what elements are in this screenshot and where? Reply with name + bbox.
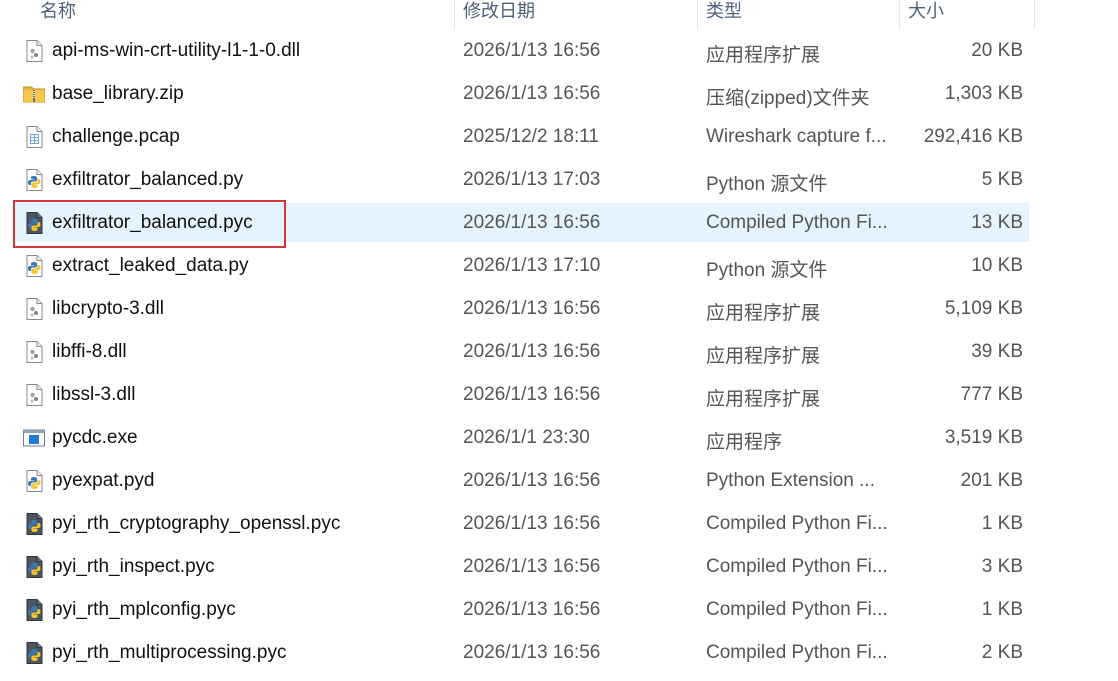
column-header-size-label: 大小 xyxy=(908,1,944,21)
file-type: Python 源文件 xyxy=(706,260,828,281)
file-modified-date: 2026/1/13 16:56 xyxy=(463,83,601,104)
file-size: 3,519 KB xyxy=(944,427,1023,448)
column-header-row: 名称 修改日期 类型 大小 xyxy=(0,0,1035,30)
file-type: Python 源文件 xyxy=(706,174,828,195)
file-size: 777 KB xyxy=(960,384,1023,405)
file-name: api-ms-win-crt-utility-l1-1-0.dll xyxy=(52,40,301,61)
file-type: Compiled Python Fi... xyxy=(706,212,888,233)
file-row[interactable]: libssl-3.dll 2026/1/13 16:56 应用程序扩展 777 KB xyxy=(0,375,1118,418)
file-size: 2 KB xyxy=(981,642,1023,663)
file-name: exfiltrator_balanced.py xyxy=(52,169,244,190)
python-file-icon xyxy=(22,254,46,278)
file-row[interactable]: pyi_rth_multiprocessing.pyc 2026/1/13 16:… xyxy=(0,633,1118,676)
file-name: pyexpat.pyd xyxy=(52,470,155,491)
file-row[interactable]: pyexpat.pyd 2026/1/13 16:56 Python Extensi… xyxy=(0,461,1118,504)
python-file-icon xyxy=(22,168,46,192)
dll-file-icon xyxy=(22,297,46,321)
exe-file-icon xyxy=(22,426,46,450)
file-row[interactable]: pyi_rth_inspect.pyc 2026/1/13 16:56 Compil… xyxy=(0,547,1118,590)
file-size: 39 KB xyxy=(971,341,1023,362)
pcap-file-icon xyxy=(22,125,46,149)
file-size: 3 KB xyxy=(981,556,1023,577)
selection-highlight-annotation xyxy=(13,200,286,248)
column-header-size[interactable]: 大小 xyxy=(900,0,1035,30)
file-explorer-list: 名称 修改日期 类型 大小 api-ms-win-crt-utility-l1-… xyxy=(0,0,1118,681)
python-file-icon xyxy=(22,469,46,493)
file-name: libssl-3.dll xyxy=(52,384,136,405)
dll-file-icon xyxy=(22,340,46,364)
file-modified-date: 2026/1/13 16:56 xyxy=(463,513,601,534)
file-name: libffi-8.dll xyxy=(52,341,127,362)
python-compiled-icon xyxy=(22,598,46,622)
file-name: pyi_rth_multiprocessing.pyc xyxy=(52,642,287,663)
file-type: 压缩(zipped)文件夹 xyxy=(706,88,870,109)
file-name: pycdc.exe xyxy=(52,427,138,448)
file-modified-date: 2026/1/1 23:30 xyxy=(463,427,590,448)
file-size: 5 KB xyxy=(981,169,1023,190)
file-modified-date: 2026/1/13 16:56 xyxy=(463,40,601,61)
file-row[interactable]: challenge.pcap 2025/12/2 18:11 Wireshark c… xyxy=(0,117,1118,160)
file-row[interactable]: libffi-8.dll 2026/1/13 16:56 应用程序扩展 39 KB xyxy=(0,332,1118,375)
file-row[interactable]: exfiltrator_balanced.py 2026/1/13 17:03 Py… xyxy=(0,160,1118,203)
file-modified-date: 2026/1/13 16:56 xyxy=(463,341,601,362)
file-modified-date: 2026/1/13 17:03 xyxy=(463,169,601,190)
file-type: 应用程序 xyxy=(706,432,783,453)
file-name: base_library.zip xyxy=(52,83,184,104)
file-type: Compiled Python Fi... xyxy=(706,556,888,577)
python-compiled-icon xyxy=(22,512,46,536)
file-type: Compiled Python Fi... xyxy=(706,513,888,534)
file-row[interactable]: libcrypto-3.dll 2026/1/13 16:56 应用程序扩展 5,10… xyxy=(0,289,1118,332)
dll-file-icon xyxy=(22,39,46,63)
file-name: extract_leaked_data.py xyxy=(52,255,249,276)
file-name: libcrypto-3.dll xyxy=(52,298,164,319)
file-type: 应用程序扩展 xyxy=(706,303,821,324)
column-header-date-label: 修改日期 xyxy=(463,1,535,21)
zip-folder-icon xyxy=(22,82,46,106)
file-type: Python Extension ... xyxy=(706,470,875,491)
file-modified-date: 2026/1/13 16:56 xyxy=(463,599,601,620)
file-size: 13 KB xyxy=(971,212,1023,233)
column-header-name[interactable]: 名称 xyxy=(0,0,455,30)
file-size: 10 KB xyxy=(971,255,1023,276)
file-size: 292,416 KB xyxy=(923,126,1023,147)
file-row[interactable]: api-ms-win-crt-utility-l1-1-0.dll 2026/1/… xyxy=(0,31,1118,74)
dll-file-icon xyxy=(22,383,46,407)
file-modified-date: 2026/1/13 16:56 xyxy=(463,470,601,491)
file-name: challenge.pcap xyxy=(52,126,180,147)
file-modified-date: 2026/1/13 16:56 xyxy=(463,556,601,577)
file-type: Wireshark capture f... xyxy=(706,126,887,147)
file-type: Compiled Python Fi... xyxy=(706,642,888,663)
file-modified-date: 2025/12/2 18:11 xyxy=(463,126,599,147)
column-header-name-label: 名称 xyxy=(40,1,76,21)
file-size: 20 KB xyxy=(971,40,1023,61)
file-name: pyi_rth_cryptography_openssl.pyc xyxy=(52,513,341,534)
file-type: 应用程序扩展 xyxy=(706,346,821,367)
file-size: 1 KB xyxy=(981,513,1023,534)
file-size: 1 KB xyxy=(981,599,1023,620)
file-modified-date: 2026/1/13 17:10 xyxy=(463,255,601,276)
file-modified-date: 2026/1/13 16:56 xyxy=(463,384,601,405)
python-compiled-icon xyxy=(22,555,46,579)
file-row[interactable]: pyi_rth_cryptography_openssl.pyc 2026/1/1… xyxy=(0,504,1118,547)
file-size: 5,109 KB xyxy=(944,298,1023,319)
file-list: api-ms-win-crt-utility-l1-1-0.dll 2026/1/… xyxy=(0,31,1118,676)
file-modified-date: 2026/1/13 16:56 xyxy=(463,298,601,319)
file-type: Compiled Python Fi... xyxy=(706,599,888,620)
file-row[interactable]: pycdc.exe 2026/1/1 23:30 应用程序 3,519 KB xyxy=(0,418,1118,461)
column-header-type-label: 类型 xyxy=(706,1,742,21)
file-row[interactable]: pyi_rth_mplconfig.pyc 2026/1/13 16:56 Comp… xyxy=(0,590,1118,633)
column-header-date[interactable]: 修改日期 xyxy=(455,0,698,30)
column-header-type[interactable]: 类型 xyxy=(698,0,900,30)
file-row[interactable]: extract_leaked_data.py 2026/1/13 17:10 Pyt… xyxy=(0,246,1118,289)
file-row[interactable]: base_library.zip 2026/1/13 16:56 压缩(zipped… xyxy=(0,74,1118,117)
file-size: 1,303 KB xyxy=(944,83,1023,104)
file-name: pyi_rth_mplconfig.pyc xyxy=(52,599,236,620)
file-name: pyi_rth_inspect.pyc xyxy=(52,556,215,577)
file-size: 201 KB xyxy=(960,470,1023,491)
file-type: 应用程序扩展 xyxy=(706,45,821,66)
file-modified-date: 2026/1/13 16:56 xyxy=(463,212,601,233)
file-type: 应用程序扩展 xyxy=(706,389,821,410)
file-modified-date: 2026/1/13 16:56 xyxy=(463,642,601,663)
python-compiled-icon xyxy=(22,641,46,665)
